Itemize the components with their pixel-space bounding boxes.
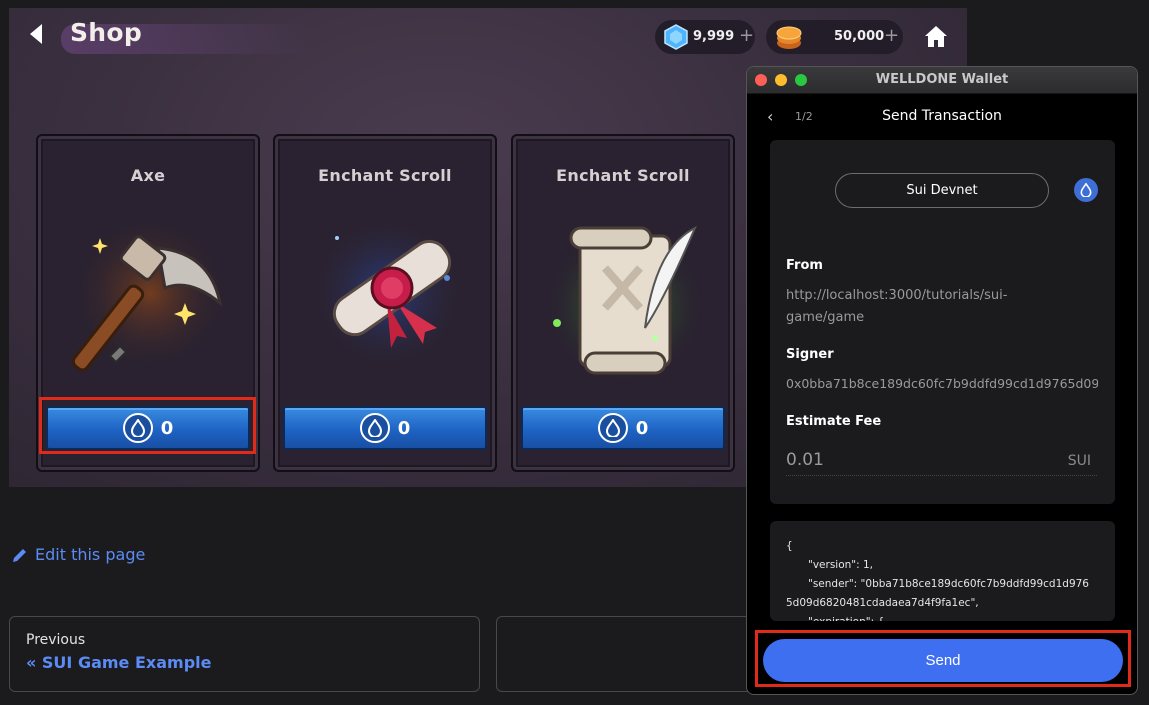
page-title: Send Transaction <box>882 108 1002 124</box>
sui-coin-icon <box>122 413 153 443</box>
window-title: WELLDONE Wallet <box>875 72 1009 87</box>
home-icon[interactable] <box>923 23 949 49</box>
signer-label: Signer <box>786 347 834 362</box>
add-gems-button[interactable]: + <box>739 25 754 46</box>
send-button[interactable]: Send <box>763 639 1123 682</box>
from-value: http://localhost:3000/tutorials/sui-game… <box>786 288 1008 325</box>
shop-item-card: Enchant Scroll 0 <box>511 134 735 472</box>
coin-balance: 50,000 + <box>766 20 903 54</box>
from-label: From <box>786 258 823 273</box>
json-line: { <box>786 540 793 552</box>
item-price: 0 <box>635 417 649 439</box>
item-name: Enchant Scroll <box>318 166 452 185</box>
add-coins-button[interactable]: + <box>884 25 899 46</box>
previous-page-link[interactable]: « SUI Game Example <box>26 653 211 672</box>
pencil-icon <box>13 548 26 562</box>
gem-count: 9,999 <box>693 29 735 44</box>
json-line: "version": 1, <box>808 559 874 571</box>
previous-label: Previous <box>26 632 86 648</box>
shop-title: Shop <box>70 18 143 47</box>
network-selector[interactable]: Sui Devnet <box>835 173 1049 208</box>
buy-button[interactable]: 0 <box>46 406 250 450</box>
wallet-window: WELLDONE Wallet ‹ 1/2 Send Transaction S… <box>746 66 1138 695</box>
coin-count: 50,000 <box>834 29 885 44</box>
buy-button[interactable]: 0 <box>521 406 725 450</box>
buy-button[interactable]: 0 <box>283 406 487 450</box>
coin-stack-icon <box>776 26 802 49</box>
divider <box>786 475 1097 476</box>
sui-coin-icon <box>359 413 390 443</box>
shop-item-card: Enchant Scroll 0 <box>273 134 497 472</box>
json-line: "expiration": { <box>786 613 1101 621</box>
edit-page-link[interactable]: Edit this page <box>11 545 145 564</box>
fee-unit: SUI <box>1067 453 1091 469</box>
scroll-with-quill-icon <box>545 218 705 378</box>
window-titlebar: WELLDONE Wallet <box>747 67 1137 94</box>
gem-balance: 9,999 + <box>655 20 755 54</box>
item-name: Enchant Scroll <box>556 166 690 185</box>
shop-item-card: Axe 0 <box>36 134 260 472</box>
previous-page-card[interactable]: Previous « SUI Game Example <box>9 616 480 692</box>
edit-page-label: Edit this page <box>35 545 146 564</box>
estimate-fee-label: Estimate Fee <box>786 414 882 429</box>
scroll-icon <box>307 213 467 373</box>
axe-icon <box>70 213 230 373</box>
item-name: Axe <box>130 166 166 185</box>
transaction-info-panel: Sui Devnet From http://localhost:3000/tu… <box>770 140 1115 504</box>
back-arrow-icon[interactable] <box>25 22 49 46</box>
estimate-fee-value: 0.01 <box>786 450 824 470</box>
sui-coin-icon <box>597 413 628 443</box>
json-line: "sender": "0bba71b8ce189dc60fc7b9ddfd99c… <box>808 578 1089 590</box>
json-line: 5d09d6820481cdadaea7d4f9fa1ec", <box>786 597 979 609</box>
item-price: 0 <box>397 417 411 439</box>
item-price: 0 <box>160 417 174 439</box>
sui-network-icon <box>1074 178 1098 202</box>
signer-address: 0x0bba71b8ce189dc60fc7b9ddfd99cd1d9765d0… <box>786 376 1098 391</box>
transaction-json-view[interactable]: { "version": 1, "sender": "0bba71b8ce189… <box>770 521 1115 621</box>
shop-header: Shop 9,999 + 50,000 + <box>9 8 967 64</box>
gem-icon <box>664 24 688 50</box>
